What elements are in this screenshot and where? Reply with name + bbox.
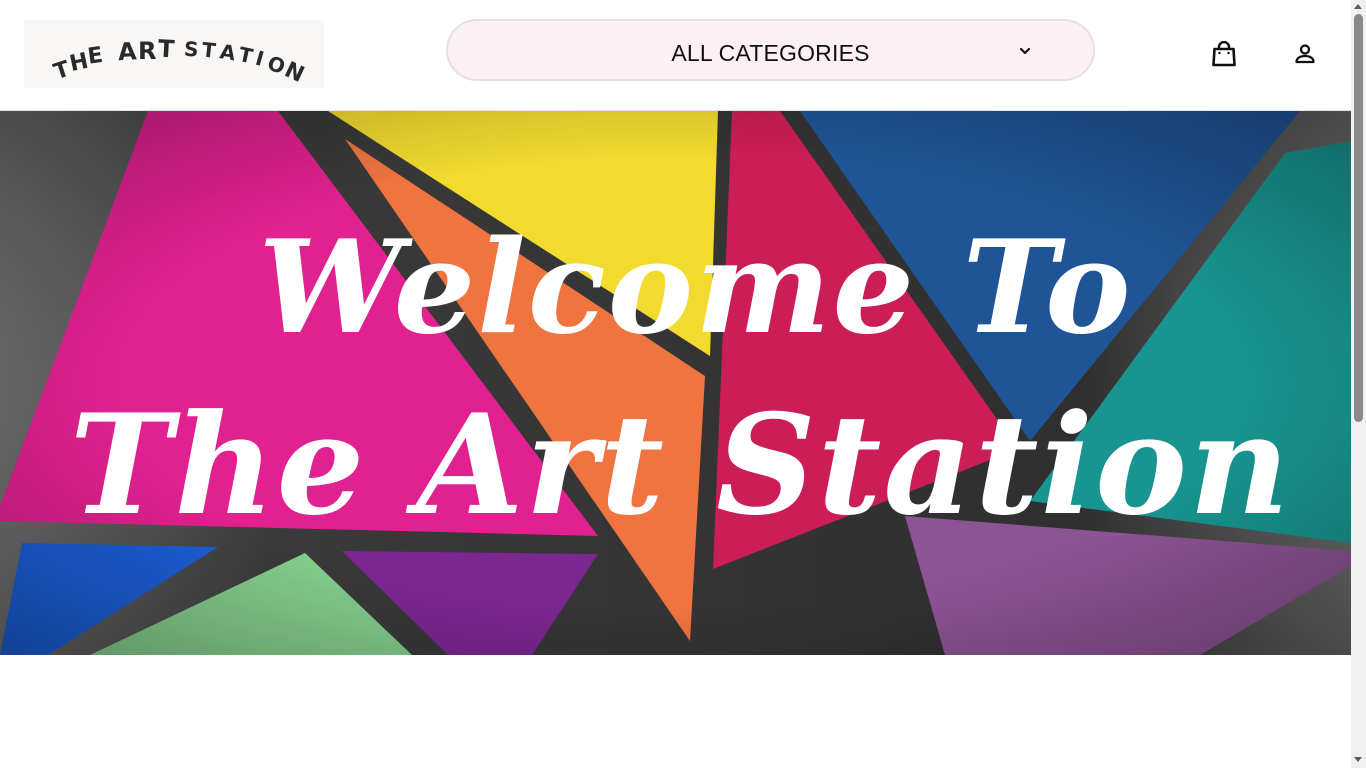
svg-text:T: T xyxy=(157,35,175,64)
hero-banner: Welcome To The Art Station xyxy=(0,111,1351,655)
account-button[interactable] xyxy=(1289,38,1321,70)
user-icon xyxy=(1295,44,1315,64)
site-logo[interactable]: T H E A R T S T A T I O N xyxy=(24,20,324,88)
category-dropdown-value: ALL CATEGORIES xyxy=(671,40,870,66)
svg-text:I: I xyxy=(253,46,267,71)
svg-text:T: T xyxy=(237,42,256,68)
art-station-wordmark: T H E A R T S T A T I O N xyxy=(51,35,308,88)
scrollbar-thumb[interactable] xyxy=(1354,14,1363,422)
svg-text:A: A xyxy=(117,37,137,66)
svg-text:R: R xyxy=(138,37,156,65)
page-scrollbar[interactable] xyxy=(1351,0,1366,768)
category-dropdown[interactable]: ALL CATEGORIES xyxy=(446,19,1095,81)
svg-text:S: S xyxy=(183,37,199,62)
page: T H E A R T S T A T I O N ALL CATEGORIES xyxy=(0,0,1351,768)
svg-text:T: T xyxy=(201,37,217,62)
cart-button[interactable] xyxy=(1208,38,1240,70)
shopping-bag-icon xyxy=(1212,41,1236,67)
scroll-up-arrow-icon[interactable] xyxy=(1354,4,1362,9)
hero-background-art xyxy=(0,111,1351,655)
scroll-down-arrow-icon[interactable] xyxy=(1354,757,1362,762)
site-header: T H E A R T S T A T I O N ALL CATEGORIES xyxy=(0,0,1351,111)
svg-text:E: E xyxy=(86,43,104,70)
chevron-down-icon xyxy=(1015,41,1035,61)
svg-text:A: A xyxy=(218,39,238,65)
